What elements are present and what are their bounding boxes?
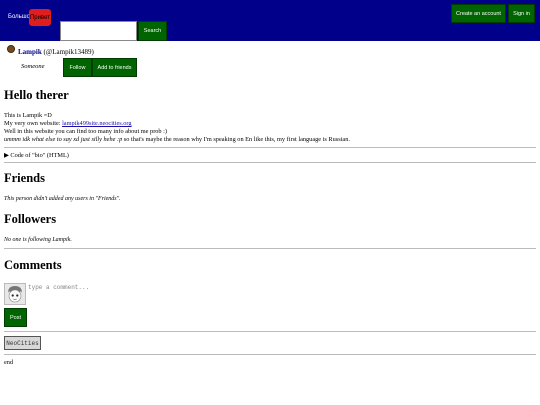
- divider: [4, 331, 536, 332]
- friends-heading: Friends: [4, 171, 45, 185]
- bio-line: This is Lampik =D: [4, 112, 52, 119]
- bio-line: ummm idk what else to say xd just silly …: [4, 136, 350, 144]
- user-handle: (@Lampik13489): [43, 48, 94, 56]
- post-button[interactable]: Post: [4, 308, 27, 327]
- bio-text: This is Lampik =D My very own website: l…: [4, 112, 350, 144]
- add-to-friends-button[interactable]: Add to friends: [92, 58, 137, 77]
- profile-status: Someone: [21, 63, 45, 70]
- bio-prefix: My very own website:: [4, 120, 63, 127]
- followers-heading: Followers: [4, 212, 57, 226]
- divider: [4, 162, 536, 163]
- commenter-avatar: [4, 283, 26, 305]
- display-name[interactable]: Lampik: [18, 48, 42, 56]
- bio-line: Well in this website you can find too ma…: [4, 128, 168, 135]
- friends-empty: This person didn't added any users in "F…: [4, 196, 121, 202]
- comments-heading: Comments: [4, 258, 62, 272]
- top-navbar: Большой Привет Search Create an account …: [0, 0, 540, 41]
- profile-username: Lampik (@Lampik13489): [18, 48, 94, 56]
- search-button[interactable]: Search: [138, 21, 167, 41]
- sign-in-button[interactable]: Sign in: [508, 4, 535, 23]
- anime-avatar-icon: [8, 286, 22, 303]
- comment-input[interactable]: type a comment...: [28, 284, 89, 291]
- profile-avatar: [7, 45, 15, 53]
- neocities-button[interactable]: NeoCities: [4, 336, 41, 350]
- divider: [4, 354, 536, 355]
- bio-italic: ummm idk what else to say xd just silly …: [4, 136, 123, 143]
- bio-rest: so that's maybe the reason why I'm speak…: [122, 136, 350, 143]
- website-link[interactable]: lampik499site.neocities.org: [62, 120, 132, 127]
- create-account-button[interactable]: Create an account: [451, 4, 506, 23]
- triangle-right-icon: ▶: [4, 152, 9, 159]
- details-summary: Code of "bio" (HTML): [10, 152, 69, 159]
- bio-heading: Hello therer: [4, 88, 69, 102]
- divider: [4, 248, 536, 249]
- search-input[interactable]: [60, 21, 137, 41]
- end-text: end: [4, 359, 14, 366]
- bio-line: My very own website: lampik499site.neoci…: [4, 120, 350, 128]
- bio-code-details[interactable]: ▶ Code of "bio" (HTML): [4, 152, 69, 159]
- logo-badge[interactable]: Привет: [29, 9, 51, 26]
- followers-empty: No one is following Lampik.: [4, 237, 72, 243]
- divider: [4, 147, 536, 148]
- follow-button[interactable]: Follow: [63, 58, 92, 77]
